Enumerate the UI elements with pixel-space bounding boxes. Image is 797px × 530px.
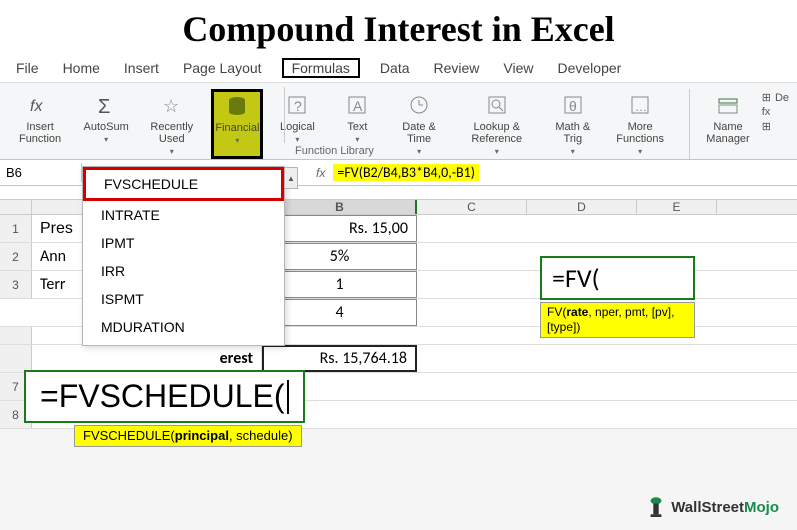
dropdown-item-mduration[interactable]: MDURATION — [83, 313, 284, 341]
ribbon-body: fx Insert Function Σ AutoSum▾ ☆ Recently… — [0, 83, 797, 160]
name-manager-button[interactable]: Name Manager — [700, 89, 755, 159]
financial-label: Financial — [215, 122, 259, 134]
fv-formula-float: =FV( FV(rate, nper, pmt, [pv], [type]) — [540, 256, 695, 338]
svg-text:fx: fx — [30, 98, 43, 115]
logo-icon — [647, 496, 665, 520]
theta-icon: θ — [559, 91, 587, 119]
fvschedule-formula-text[interactable]: =FVSCHEDULE( — [24, 370, 305, 423]
dropdown-item-fvschedule[interactable]: FVSCHEDULE — [83, 167, 284, 201]
dropdown-item-ipmt[interactable]: IPMT — [83, 229, 284, 257]
selection-icon: ⊞ — [762, 120, 771, 133]
tab-review[interactable]: Review — [430, 58, 484, 78]
cell-interest-label[interactable]: erest — [32, 345, 262, 372]
svg-text:☆: ☆ — [163, 96, 179, 116]
create-selection-button[interactable]: ⊞ — [762, 120, 789, 133]
ribbon-tabs: File Home Insert Page Layout Formulas Da… — [0, 54, 797, 83]
more-functions-button[interactable]: … More Functions▾ — [607, 89, 673, 159]
dropdown-item-ispmt[interactable]: ISPMT — [83, 285, 284, 313]
cell-b2[interactable]: 5% — [262, 243, 417, 270]
fvschedule-tooltip: FVSCHEDULE(principal, schedule) — [74, 425, 302, 447]
financial-button[interactable]: Financial▾ — [211, 89, 263, 159]
autosum-label: AutoSum — [84, 121, 129, 133]
tab-view[interactable]: View — [499, 58, 537, 78]
name-manager-icon — [714, 91, 742, 119]
fx-label[interactable]: fx — [312, 166, 329, 180]
col-header-c[interactable]: C — [417, 200, 527, 214]
svg-text:?: ? — [294, 98, 302, 114]
tab-formulas[interactable]: Formulas — [282, 58, 360, 78]
search-icon — [483, 91, 511, 119]
math-trig-button[interactable]: θ Math & Trig▾ — [547, 89, 599, 159]
star-icon: ☆ — [158, 91, 186, 119]
tab-data[interactable]: Data — [376, 58, 414, 78]
dropdown-item-intrate[interactable]: INTRATE — [83, 201, 284, 229]
row-number[interactable]: 1 — [0, 215, 32, 242]
name-manager-label: Name Manager — [706, 121, 749, 145]
col-header-e[interactable]: E — [637, 200, 717, 214]
more-icon: … — [626, 91, 654, 119]
recently-used-button[interactable]: ☆ Recently Used▾ — [140, 89, 203, 159]
insert-function-label: Insert Function — [14, 121, 66, 145]
svg-text:A: A — [353, 98, 363, 114]
row-number[interactable]: 3 — [0, 271, 32, 298]
dropdown-item-irr[interactable]: IRR — [83, 257, 284, 285]
page-title: Compound Interest in Excel — [0, 0, 797, 54]
cell-b4[interactable]: 4 — [262, 299, 417, 326]
use-in-formula-button[interactable]: fx — [762, 106, 789, 118]
cell-b1[interactable]: Rs. 15,00 — [262, 215, 417, 242]
col-header-d[interactable]: D — [527, 200, 637, 214]
fv-formula-text[interactable]: =FV( — [540, 256, 695, 300]
logo-text-1: WallStreet — [671, 499, 744, 516]
fvschedule-formula-float: =FVSCHEDULE( FVSCHEDULE(principal, sched… — [24, 370, 305, 447]
tab-developer[interactable]: Developer — [554, 58, 626, 78]
svg-text:Σ: Σ — [98, 96, 110, 117]
tab-file[interactable]: File — [12, 58, 43, 78]
cell-b3[interactable]: 1 — [262, 271, 417, 298]
formula-bar-text[interactable]: =FV(B2/B4,B3*B4,0,-B1) — [333, 164, 479, 181]
function-library-label: Function Library — [295, 145, 374, 157]
row-number[interactable]: 2 — [0, 243, 32, 270]
tab-page-layout[interactable]: Page Layout — [179, 58, 266, 78]
logical-label: Logical — [280, 121, 315, 133]
wallstreetmojo-logo: WallStreetMojo — [647, 496, 779, 520]
cell-interest-value[interactable]: Rs. 15,764.18 — [262, 345, 417, 372]
question-icon: ? — [283, 91, 311, 119]
text-label: Text — [347, 121, 367, 133]
name-box[interactable]: B6 — [0, 163, 82, 182]
sigma-icon: Σ — [92, 91, 120, 119]
scroll-up-icon[interactable]: ▲ — [284, 167, 298, 189]
clock-icon — [405, 91, 433, 119]
define-name-button[interactable]: ⊞De — [762, 91, 789, 104]
col-header-b[interactable]: B — [262, 200, 417, 214]
fx-icon: fx — [26, 91, 54, 119]
logo-text-2: Mojo — [744, 499, 779, 516]
lookup-ref-label: Lookup & Reference — [471, 121, 522, 145]
insert-function-button[interactable]: fx Insert Function — [8, 89, 72, 159]
recently-used-label: Recently Used — [150, 121, 193, 145]
database-icon — [223, 92, 251, 120]
financial-dropdown: ▲ FVSCHEDULE INTRATE IPMT IRR ISPMT MDUR… — [82, 166, 285, 346]
svg-text:…: … — [635, 100, 647, 114]
tab-insert[interactable]: Insert — [120, 58, 163, 78]
fv-tooltip: FV(rate, nper, pmt, [pv], [type]) — [540, 302, 695, 338]
math-trig-label: Math & Trig — [555, 121, 590, 145]
text-icon: A — [343, 91, 371, 119]
svg-text:θ: θ — [569, 98, 577, 114]
autosum-button[interactable]: Σ AutoSum▾ — [80, 89, 132, 159]
lookup-ref-button[interactable]: Lookup & Reference▾ — [455, 89, 539, 159]
define-icon: ⊞ — [762, 91, 771, 104]
date-time-label: Date & Time — [402, 121, 436, 145]
tab-home[interactable]: Home — [59, 58, 104, 78]
formula-icon: fx — [762, 106, 771, 118]
more-functions-label: More Functions — [616, 121, 664, 145]
date-time-button[interactable]: Date & Time▾ — [391, 89, 446, 159]
